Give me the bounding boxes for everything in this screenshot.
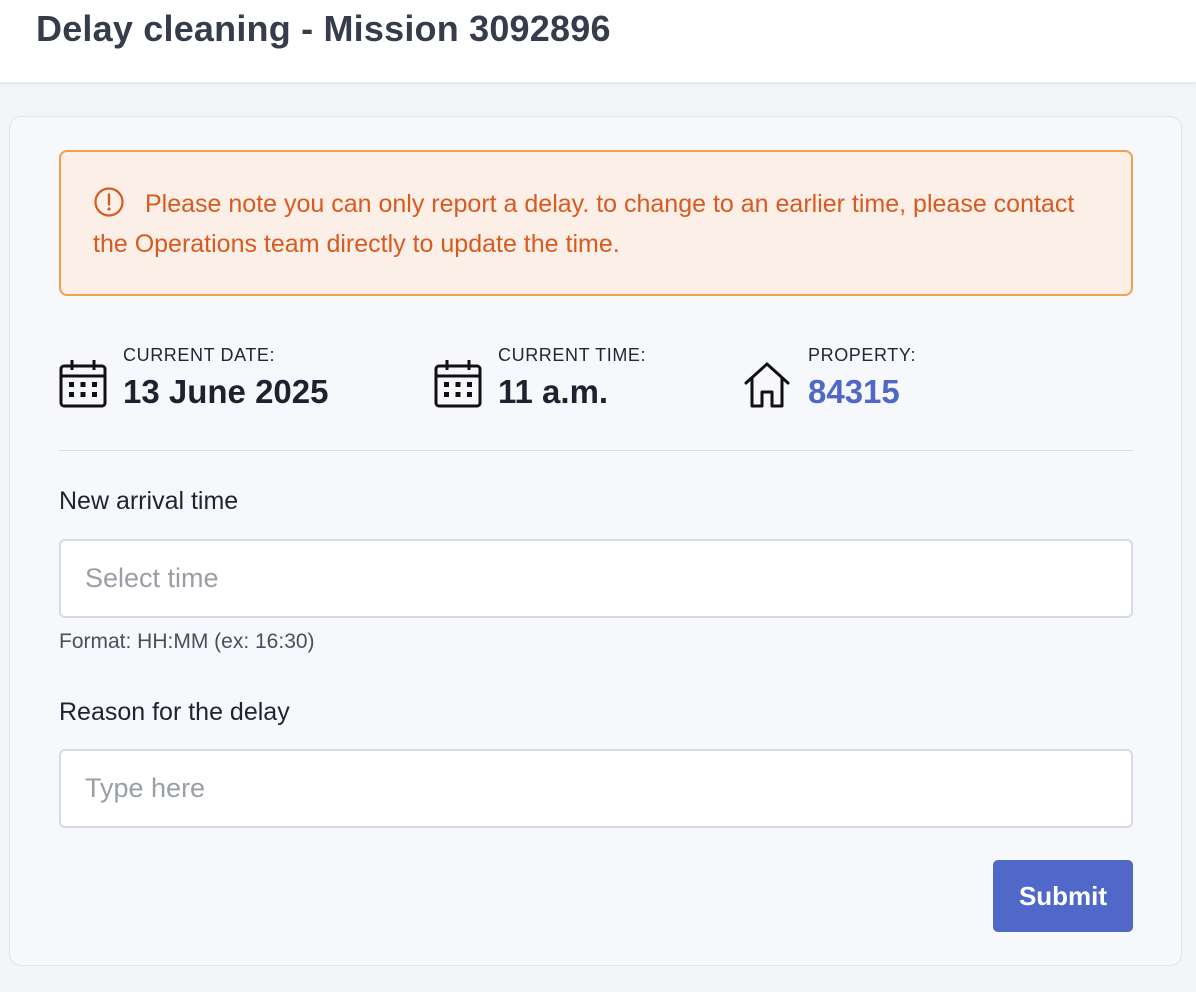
section-divider (59, 450, 1133, 451)
alert-message: Please note you can only report a delay.… (93, 190, 1075, 258)
property-info: PROPERTY: 84315 (743, 343, 1003, 423)
current-date-label: CURRENT DATE: (123, 345, 276, 365)
current-date-info: CURRENT DATE: 13 June 2025 (59, 343, 389, 423)
current-time-label: CURRENT TIME: (498, 345, 647, 365)
alert-circle-icon (94, 187, 124, 217)
page-title: Delay cleaning - Mission 3092896 (36, 8, 611, 49)
current-time-value: 11 a.m. (498, 373, 609, 410)
arrival-time-format-hint: Format: HH:MM (ex: 16:30) (59, 630, 315, 653)
current-time-info: CURRENT TIME: 11 a.m. (434, 343, 714, 423)
delay-reason-label: Reason for the delay (59, 698, 290, 726)
delay-reason-input[interactable] (59, 749, 1133, 828)
property-label: PROPERTY: (808, 345, 917, 365)
arrival-time-input[interactable] (59, 539, 1133, 618)
current-date-value: 13 June 2025 (123, 373, 329, 410)
submit-button[interactable]: Submit (993, 860, 1133, 932)
house-icon (744, 362, 790, 408)
delay-notice-alert: Please note you can only report a delay.… (59, 150, 1133, 296)
top-bar: Delay cleaning - Mission 3092896 (0, 0, 1196, 83)
calendar-icon (59, 360, 107, 408)
mission-info-row: CURRENT DATE: 13 June 2025 CURRENT TIME:… (59, 343, 1133, 423)
delay-form-card: Please note you can only report a delay.… (9, 116, 1182, 966)
calendar-icon (434, 360, 482, 408)
property-link[interactable]: 84315 (808, 373, 900, 411)
arrival-time-label: New arrival time (59, 487, 239, 515)
